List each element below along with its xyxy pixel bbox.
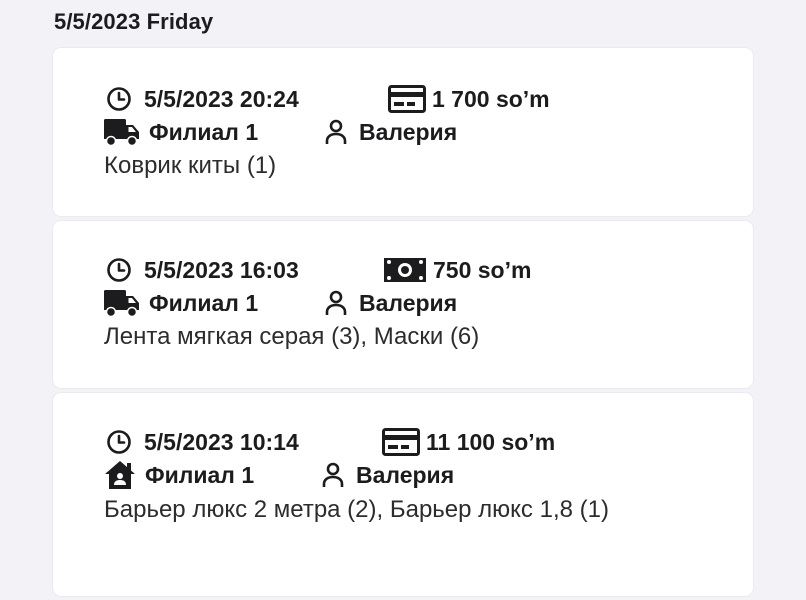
credit-card-icon: [381, 428, 421, 456]
order-time: 5/5/2023 10:14: [144, 428, 299, 455]
clock-icon: [105, 428, 133, 456]
order-items: Коврик киты (1): [104, 152, 277, 179]
order-amount: 11 100 so’m: [426, 428, 556, 455]
person-icon: [323, 288, 349, 318]
order-time: 5/5/2023 16:03: [144, 256, 299, 283]
order-items: Барьер люкс 2 метра (2), Барьер люкс 1,8…: [104, 496, 609, 523]
clock-icon: [105, 256, 133, 284]
user-name: Валерия: [359, 289, 458, 316]
user-name: Валерия: [356, 461, 455, 488]
cash-icon: [384, 256, 426, 284]
truck-icon: [103, 288, 141, 318]
date-header: 5/5/2023 Friday: [54, 9, 214, 34]
order-card[interactable]: 5/5/2023 10:14 11 100 so’m Филиал 1 Вале…: [53, 393, 753, 596]
clock-icon: [105, 85, 133, 113]
user-name: Валерия: [359, 118, 458, 145]
credit-card-icon: [387, 85, 427, 113]
person-icon: [320, 460, 346, 490]
branch-name: Филиал 1: [149, 118, 259, 145]
home-icon: [103, 460, 137, 490]
order-amount: 1 700 so’m: [432, 85, 550, 112]
order-amount: 750 so’m: [433, 256, 532, 283]
branch-name: Филиал 1: [149, 289, 259, 316]
order-card[interactable]: 5/5/2023 16:03 750 so’m Филиал 1 Валерия…: [53, 221, 753, 388]
person-icon: [323, 117, 349, 147]
truck-icon: [103, 117, 141, 147]
order-time: 5/5/2023 20:24: [144, 85, 299, 112]
branch-name: Филиал 1: [145, 461, 255, 488]
order-items: Лента мягкая серая (3), Маски (6): [104, 323, 480, 350]
order-card[interactable]: 5/5/2023 20:24 1 700 so’m Филиал 1 Валер…: [53, 48, 753, 216]
